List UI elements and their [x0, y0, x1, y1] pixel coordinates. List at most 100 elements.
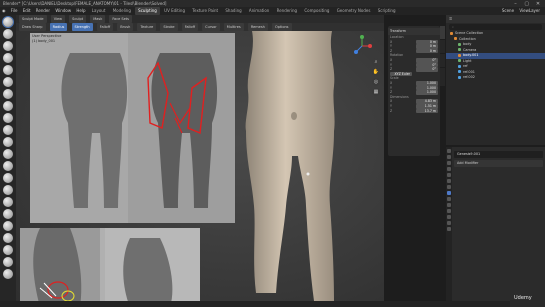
dimensions-y-field[interactable]: 1.51 m: [416, 103, 438, 109]
outliner-item-ref-002[interactable]: ref.002: [446, 75, 545, 81]
falloff-field[interactable]: Falloff: [96, 23, 114, 31]
view-layer-selector[interactable]: ViewLayer: [517, 7, 542, 15]
scene-selector[interactable]: Scene: [500, 7, 516, 15]
status-bar: [0, 301, 510, 307]
workspace-tab-rendering[interactable]: Rendering: [274, 7, 300, 15]
workspace-tab-texture-paint[interactable]: Texture Paint: [189, 7, 221, 15]
view-layer-tab-icon[interactable]: [447, 167, 451, 171]
menu-render[interactable]: Render: [34, 7, 52, 15]
outliner-display-mode-icon[interactable]: ☰: [449, 17, 452, 21]
box-mask-icon[interactable]: [3, 257, 13, 267]
tab-view[interactable]: [440, 54, 445, 68]
add-modifier-button[interactable]: Add Modifier: [454, 160, 543, 167]
rotate-brush-icon[interactable]: [3, 233, 13, 243]
workspace-tab-scripting[interactable]: Scripting: [375, 7, 399, 15]
object-name-field[interactable]: Genesis9.001: [454, 151, 543, 158]
scene-tab-icon[interactable]: [447, 173, 451, 177]
clay-strips-brush-icon[interactable]: [3, 53, 13, 63]
world-tab-icon[interactable]: [447, 179, 451, 183]
location-z-field[interactable]: 0 m: [416, 48, 438, 54]
workspace-tab-modeling[interactable]: Modeling: [110, 7, 134, 15]
constraints-tab-icon[interactable]: [447, 209, 451, 213]
pan-hand-icon[interactable]: ✋: [372, 68, 380, 76]
workspace-tab-shading[interactable]: Shading: [222, 7, 244, 15]
smooth-brush-icon[interactable]: [3, 113, 13, 123]
blender-window: Blender* [C:\Users\DANIEL\Desktop\FEMALE…: [0, 0, 545, 307]
fill-brush-icon[interactable]: [3, 137, 13, 147]
grid-perspective-icon[interactable]: ▦: [372, 88, 380, 96]
workspace-tab-geometry-nodes[interactable]: Geometry Nodes: [334, 7, 374, 15]
remesh-popover[interactable]: Remesh: [247, 23, 268, 31]
clay-brush-icon[interactable]: [3, 41, 13, 51]
image-icon: [458, 64, 461, 68]
mask-brush-icon[interactable]: [3, 245, 13, 255]
particles-tab-icon[interactable]: [447, 197, 451, 201]
outliner-search-input[interactable]: ⌕: [449, 24, 542, 30]
wrench-icon[interactable]: [447, 191, 451, 195]
tab-tool[interactable]: [440, 40, 445, 54]
falloff-popover[interactable]: Falloff: [181, 23, 199, 31]
layer-brush-icon[interactable]: [3, 65, 13, 75]
nudge-brush-icon[interactable]: [3, 221, 13, 231]
output-tab-icon[interactable]: [447, 161, 451, 165]
menu-face-sets[interactable]: Face Sets: [109, 15, 132, 23]
object-name-label: (1) body_001: [32, 39, 56, 43]
flatten-brush-icon[interactable]: [3, 125, 13, 135]
navigation-gizmo[interactable]: [350, 34, 374, 58]
workspace-tab-compositing[interactable]: Compositing: [301, 7, 332, 15]
pinch-brush-icon[interactable]: [3, 161, 13, 171]
workspace-tab-sculpting[interactable]: Sculpting: [135, 7, 160, 15]
menu-mask[interactable]: Mask: [90, 15, 106, 23]
cursor-popover[interactable]: Cursor: [202, 23, 220, 31]
blob-brush-icon[interactable]: [3, 89, 13, 99]
stroke-popover[interactable]: Stroke: [160, 23, 178, 31]
menu-sculpt[interactable]: Sculpt: [69, 15, 87, 23]
radius-field[interactable]: Radius: [49, 23, 68, 31]
transform-header[interactable]: Transform: [388, 28, 440, 35]
grab-brush-icon[interactable]: [3, 173, 13, 183]
camera-view-icon[interactable]: ◎: [372, 78, 380, 86]
workspace-tab-uv-editing[interactable]: UV Editing: [161, 7, 188, 15]
mode-dropdown[interactable]: Sculpt Mode: [19, 15, 47, 23]
workspace-tab-animation[interactable]: Animation: [246, 7, 272, 15]
outliner-item-label: Camera: [463, 47, 477, 52]
workspace-tab-layout[interactable]: Layout: [89, 7, 109, 15]
multires-popover[interactable]: Multires: [223, 23, 244, 31]
menu-window[interactable]: Window: [53, 7, 73, 15]
snake-hook-brush-icon[interactable]: [3, 185, 13, 195]
draw-sharp-brush-icon[interactable]: [3, 29, 13, 39]
tab-item[interactable]: [440, 26, 445, 40]
brush-selector[interactable]: Draw Sharp: [19, 23, 46, 31]
rotation-z-field[interactable]: 0°: [416, 67, 438, 72]
crease-brush-icon[interactable]: [3, 101, 13, 111]
modifier-properties: Genesis9.001 Add Modifier: [454, 151, 543, 169]
texture-popover[interactable]: Texture: [137, 23, 157, 31]
thumb-brush-icon[interactable]: [3, 197, 13, 207]
outliner-item-label: body.001: [463, 53, 479, 57]
scrape-brush-icon[interactable]: [3, 149, 13, 159]
tool-tab-icon[interactable]: [447, 149, 451, 153]
dimensions-z-field[interactable]: 13.7 m: [416, 108, 438, 114]
pose-brush-icon[interactable]: [3, 209, 13, 219]
brush-popover[interactable]: Brush: [117, 23, 134, 31]
menu-file[interactable]: File: [9, 7, 20, 15]
object-tab-icon[interactable]: [447, 185, 451, 189]
data-tab-icon[interactable]: [447, 215, 451, 219]
scale-x-field[interactable]: 1.000: [416, 80, 438, 86]
inflate-brush-icon[interactable]: [3, 77, 13, 87]
rotation-x-field[interactable]: 0°: [416, 57, 438, 63]
move-tool-icon[interactable]: [3, 269, 13, 279]
draw-brush-icon[interactable]: [3, 17, 13, 27]
options-popover[interactable]: Options: [272, 23, 292, 31]
physics-tab-icon[interactable]: [447, 203, 451, 207]
blender-logo-icon[interactable]: ◉: [0, 7, 8, 15]
menu-help[interactable]: Help: [74, 7, 87, 15]
menu-view[interactable]: View: [50, 15, 66, 23]
zoom-icon[interactable]: ⌕: [372, 58, 380, 66]
material-tab-icon[interactable]: [447, 221, 451, 225]
render-tab-icon[interactable]: [447, 155, 451, 159]
menu-edit[interactable]: Edit: [21, 7, 33, 15]
scale-z-field[interactable]: 1.000: [416, 90, 438, 95]
texture-tab-icon[interactable]: [447, 227, 451, 231]
strength-field[interactable]: Strength: [71, 23, 93, 31]
